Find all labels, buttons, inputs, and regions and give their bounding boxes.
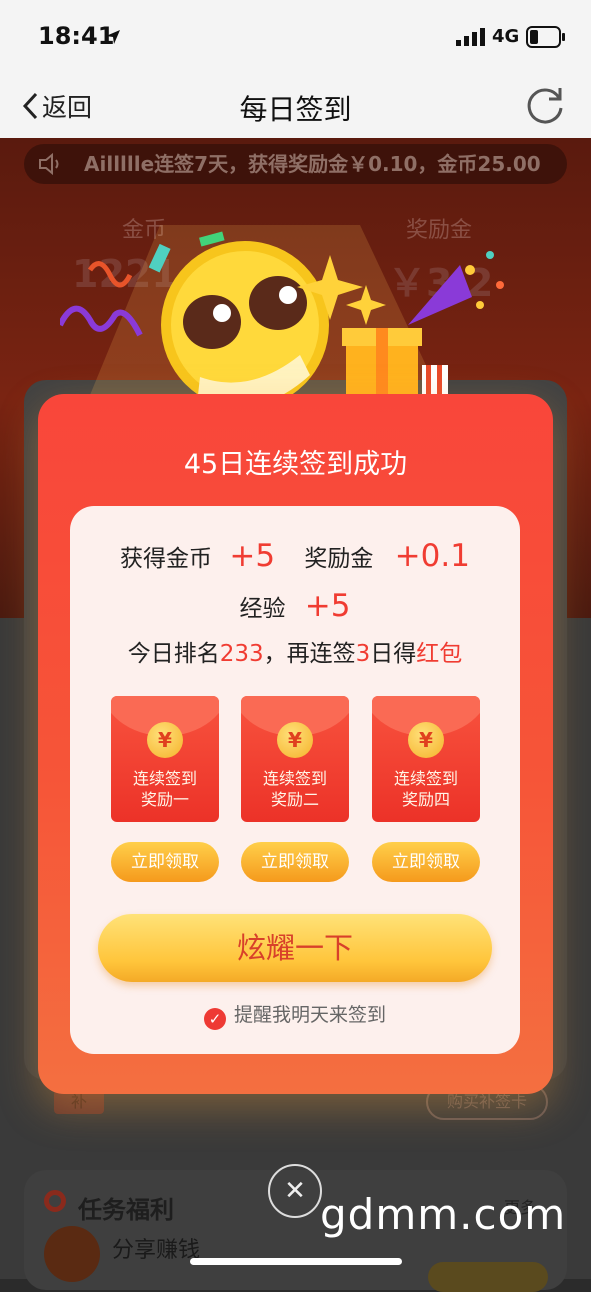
modal-title: 45日连续签到成功 xyxy=(183,449,408,480)
remind-label: 提醒我明天来签到 xyxy=(233,1004,386,1026)
claim-button-3[interactable]: 立即领取 xyxy=(372,842,480,882)
page-title: 每日签到 xyxy=(239,93,352,126)
signal-icon xyxy=(456,28,485,46)
task-section-dot-icon xyxy=(44,1190,66,1212)
task-section-title: 任务福利 xyxy=(78,1196,174,1224)
show-off-button[interactable]: 炫耀一下 xyxy=(98,914,492,982)
battery-icon xyxy=(526,26,565,48)
exp-value: +5 xyxy=(304,588,351,624)
close-modal-button[interactable]: ✕ xyxy=(268,1164,322,1218)
claim-button-2[interactable]: 立即领取 xyxy=(241,842,349,882)
envelope-line1: 连续签到 xyxy=(393,769,458,788)
refresh-icon[interactable] xyxy=(524,84,566,126)
red-envelope-1: ¥ 连续签到奖励一 xyxy=(111,696,219,822)
status-time: 18:41 xyxy=(38,22,115,50)
redpacket-word: 红包 xyxy=(416,641,463,667)
coin-gain-label: 获得金币 xyxy=(120,546,213,572)
share-task-label: 分享赚钱 xyxy=(112,1238,201,1263)
claim-button-1[interactable]: 立即领取 xyxy=(111,842,219,882)
celebration-mascot-illustration xyxy=(60,225,504,405)
rank-mid: ，再连签 xyxy=(263,641,356,667)
remind-checkbox[interactable]: ✓ 提醒我明天来签到 xyxy=(70,1000,520,1030)
reward-gain-label: 奖励金 xyxy=(304,546,374,572)
envelope-line1: 连续签到 xyxy=(262,769,327,788)
yuan-coin-icon: ¥ xyxy=(147,722,183,758)
watermark: gdmm.com xyxy=(320,1190,567,1239)
rank-row: 今日排名233，再连签3日得红包 xyxy=(70,634,520,668)
envelope-line2: 奖励四 xyxy=(401,790,450,809)
speaker-icon xyxy=(39,152,59,176)
red-envelope-2: ¥ 连续签到奖励二 xyxy=(241,696,349,822)
envelope-line2: 奖励二 xyxy=(270,790,319,809)
announcement-ticker: Aillllle连签7天，获得奖励金￥0.10，金币25.00 xyxy=(24,144,567,184)
location-arrow-icon xyxy=(106,30,120,44)
rank-suffix: 日得 xyxy=(370,641,417,667)
envelope-line2: 奖励一 xyxy=(140,790,189,809)
days-value: 3 xyxy=(355,641,371,667)
rank-value: 233 xyxy=(219,641,264,667)
yuan-coin-icon: ¥ xyxy=(408,722,444,758)
reward-summary-panel: 获得金币 +5 奖励金 +0.1 经验 +5 今日排名233，再连签3日得红包 … xyxy=(70,506,520,1054)
exp-row: 经验 +5 xyxy=(70,588,520,624)
yuan-coin-icon: ¥ xyxy=(277,722,313,758)
red-envelope-3: ¥ 连续签到奖励四 xyxy=(372,696,480,822)
envelope-line1: 连续签到 xyxy=(132,769,197,788)
checkmark-icon: ✓ xyxy=(203,1008,226,1030)
home-indicator xyxy=(190,1258,402,1265)
exp-label: 经验 xyxy=(239,596,286,622)
share-task-icon xyxy=(44,1226,100,1282)
coin-gain-value: +5 xyxy=(229,538,276,574)
network-type: 4G xyxy=(492,26,520,47)
gain-row: 获得金币 +5 奖励金 +0.1 xyxy=(70,538,520,574)
reward-gain-value: +0.1 xyxy=(394,538,470,574)
rank-prefix: 今日排名 xyxy=(127,641,220,667)
checkin-success-modal: 45日连续签到成功 获得金币 +5 奖励金 +0.1 经验 +5 今日排名233… xyxy=(38,394,553,1094)
share-task-button[interactable] xyxy=(428,1262,548,1292)
